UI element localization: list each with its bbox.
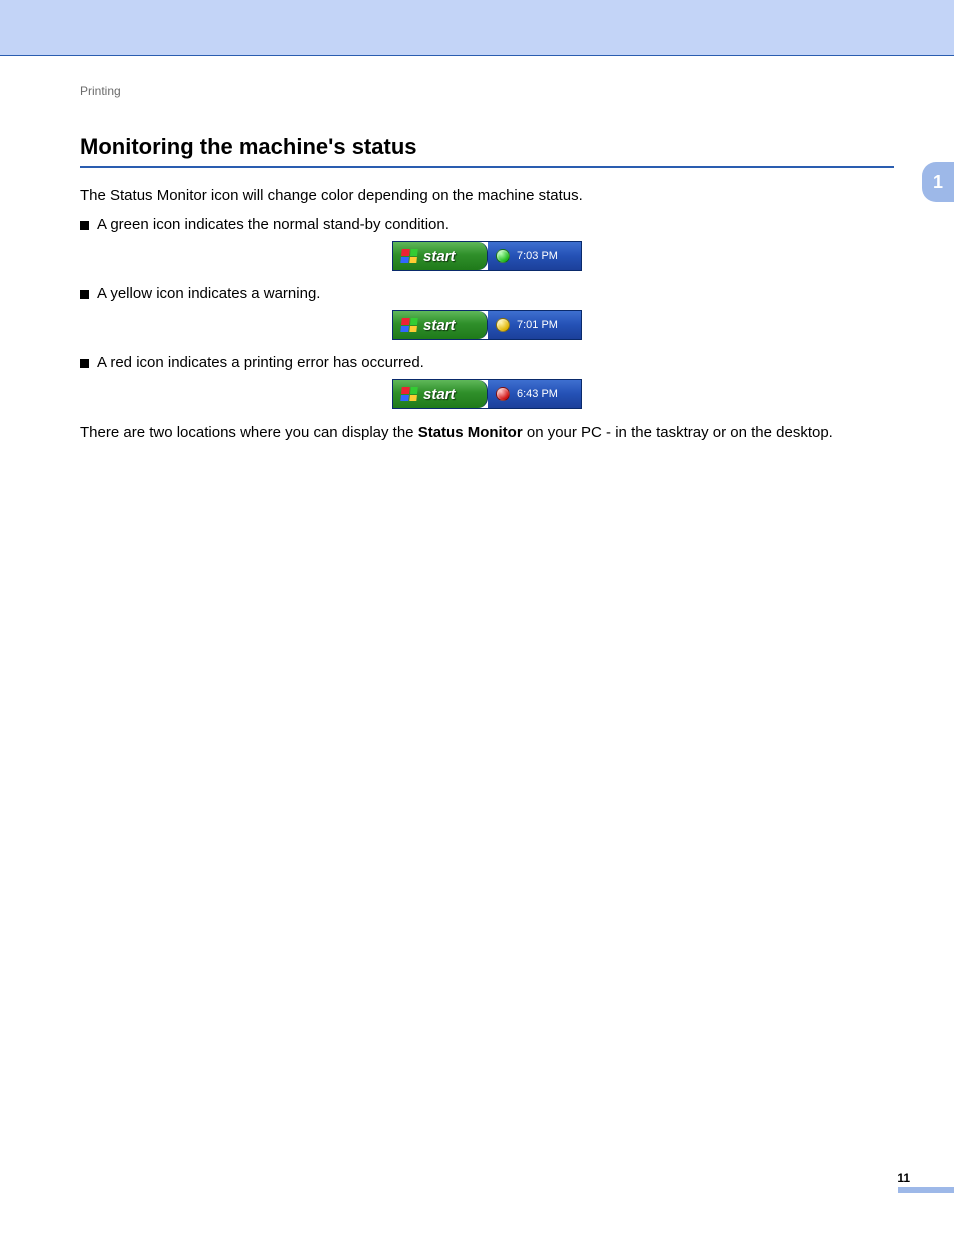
bullet-item: A green icon indicates the normal stand-…: [80, 216, 894, 233]
header-band: [0, 0, 954, 56]
bullet-text: A green icon indicates the normal stand-…: [97, 216, 449, 233]
windows-logo-icon: [400, 249, 417, 263]
system-tray: 7:01 PM: [488, 311, 581, 339]
start-button[interactable]: start: [393, 242, 488, 270]
tray-clock: 7:03 PM: [517, 250, 558, 262]
tray-clock: 7:01 PM: [517, 319, 558, 331]
page-number: 11: [897, 1171, 910, 1185]
closing-pre: There are two locations where you can di…: [80, 424, 418, 441]
start-button[interactable]: start: [393, 311, 488, 339]
taskbar-figure: start 6:43 PM: [80, 379, 894, 409]
bullet-icon: [80, 221, 89, 230]
taskbar-figure: start 7:03 PM: [80, 241, 894, 271]
windows-logo-icon: [400, 318, 417, 332]
closing-bold: Status Monitor: [418, 424, 523, 441]
page-content: Printing Monitoring the machine's status…: [0, 56, 954, 444]
bullet-icon: [80, 290, 89, 299]
section-intro: The Status Monitor icon will change colo…: [80, 186, 894, 206]
closing-post: on your PC - in the tasktray or on the d…: [523, 424, 833, 441]
closing-paragraph: There are two locations where you can di…: [80, 423, 894, 443]
taskbar: start 7:03 PM: [392, 241, 582, 271]
system-tray: 6:43 PM: [488, 380, 581, 408]
start-label: start: [423, 386, 456, 403]
start-button[interactable]: start: [393, 380, 488, 408]
bullet-text: A yellow icon indicates a warning.: [97, 285, 320, 302]
status-monitor-icon[interactable]: [496, 318, 510, 332]
breadcrumb: Printing: [80, 84, 894, 98]
taskbar-figure: start 7:01 PM: [80, 310, 894, 340]
windows-logo-icon: [400, 387, 417, 401]
taskbar: start 7:01 PM: [392, 310, 582, 340]
bullet-item: A red icon indicates a printing error ha…: [80, 354, 894, 371]
chapter-tab: 1: [922, 162, 954, 202]
bullet-icon: [80, 359, 89, 368]
status-monitor-icon[interactable]: [496, 387, 510, 401]
section-title: Monitoring the machine's status: [80, 134, 894, 160]
taskbar: start 6:43 PM: [392, 379, 582, 409]
start-label: start: [423, 317, 456, 334]
footer-accent: [898, 1187, 954, 1193]
bullet-text: A red icon indicates a printing error ha…: [97, 354, 424, 371]
bullet-item: A yellow icon indicates a warning.: [80, 285, 894, 302]
title-rule: [80, 166, 894, 168]
chapter-number: 1: [933, 172, 943, 193]
system-tray: 7:03 PM: [488, 242, 581, 270]
tray-clock: 6:43 PM: [517, 388, 558, 400]
start-label: start: [423, 248, 456, 265]
status-monitor-icon[interactable]: [496, 249, 510, 263]
